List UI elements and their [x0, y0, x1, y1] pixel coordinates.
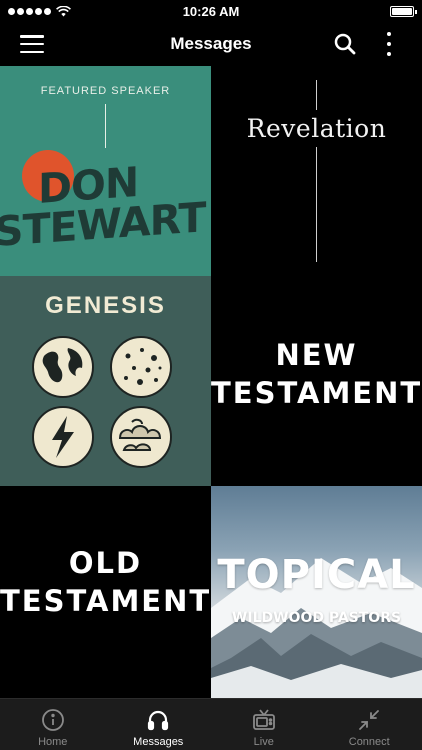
tab-home[interactable]: Home: [0, 699, 106, 750]
speaker-name-line2: STEWART: [0, 193, 206, 257]
divider-line: [105, 104, 106, 148]
search-icon[interactable]: [334, 33, 356, 55]
tab-live[interactable]: Live: [211, 699, 317, 750]
clouds-icon: [110, 406, 172, 468]
divider-line: [316, 80, 317, 262]
status-time: 10:26 AM: [182, 3, 240, 19]
old-testament-line2: TESTAMENT: [0, 584, 211, 618]
topical-subtitle: WILDWOOD PASTORS: [231, 610, 402, 626]
topical-tile[interactable]: TOPICAL WILDWOOD PASTORS: [211, 486, 422, 698]
info-icon: [41, 709, 64, 731]
tab-connect[interactable]: Connect: [317, 699, 422, 750]
new-testament-tile[interactable]: NEW TESTAMENT: [211, 276, 422, 486]
genesis-title: GENESIS: [45, 292, 166, 319]
more-vertical-icon[interactable]: [382, 32, 396, 56]
old-testament-line1: OLD: [68, 546, 143, 580]
nav-bar: Messages: [0, 22, 422, 66]
collapse-arrows-icon: [359, 710, 380, 730]
lightning-icon: [32, 406, 94, 468]
tab-live-label: Live: [253, 736, 274, 748]
featured-kicker: FEATURED SPEAKER: [40, 85, 171, 97]
tv-icon: [252, 709, 275, 730]
headphones-icon: [148, 710, 169, 731]
page-title: Messages: [170, 34, 252, 53]
tab-home-label: Home: [38, 736, 68, 748]
new-testament-line2: TESTAMENT: [211, 376, 422, 410]
tab-bar: Home Messages Live Connect: [0, 698, 422, 750]
topical-title: TOPICAL: [217, 552, 416, 598]
genesis-tile[interactable]: GENESIS: [0, 276, 211, 486]
old-testament-label: OLD TESTAMENT: [0, 544, 211, 620]
new-testament-label: NEW TESTAMENT: [211, 336, 422, 412]
featured-speaker-tile[interactable]: FEATURED SPEAKER DON STEWART: [0, 66, 211, 276]
new-testament-line1: NEW: [275, 338, 358, 372]
globe-icon: [32, 336, 94, 398]
tab-connect-label: Connect: [348, 736, 390, 748]
tab-messages[interactable]: Messages: [106, 699, 212, 750]
tab-messages-label: Messages: [133, 736, 184, 748]
stars-icon: [110, 336, 172, 398]
battery-icon: [390, 5, 417, 17]
status-bar: 10:26 AM: [0, 0, 422, 22]
old-testament-tile[interactable]: OLD TESTAMENT: [0, 486, 211, 698]
speaker-name: DON STEWART: [0, 156, 211, 257]
revelation-tile[interactable]: Revelation: [211, 66, 422, 276]
revelation-title: Revelation: [211, 110, 422, 147]
